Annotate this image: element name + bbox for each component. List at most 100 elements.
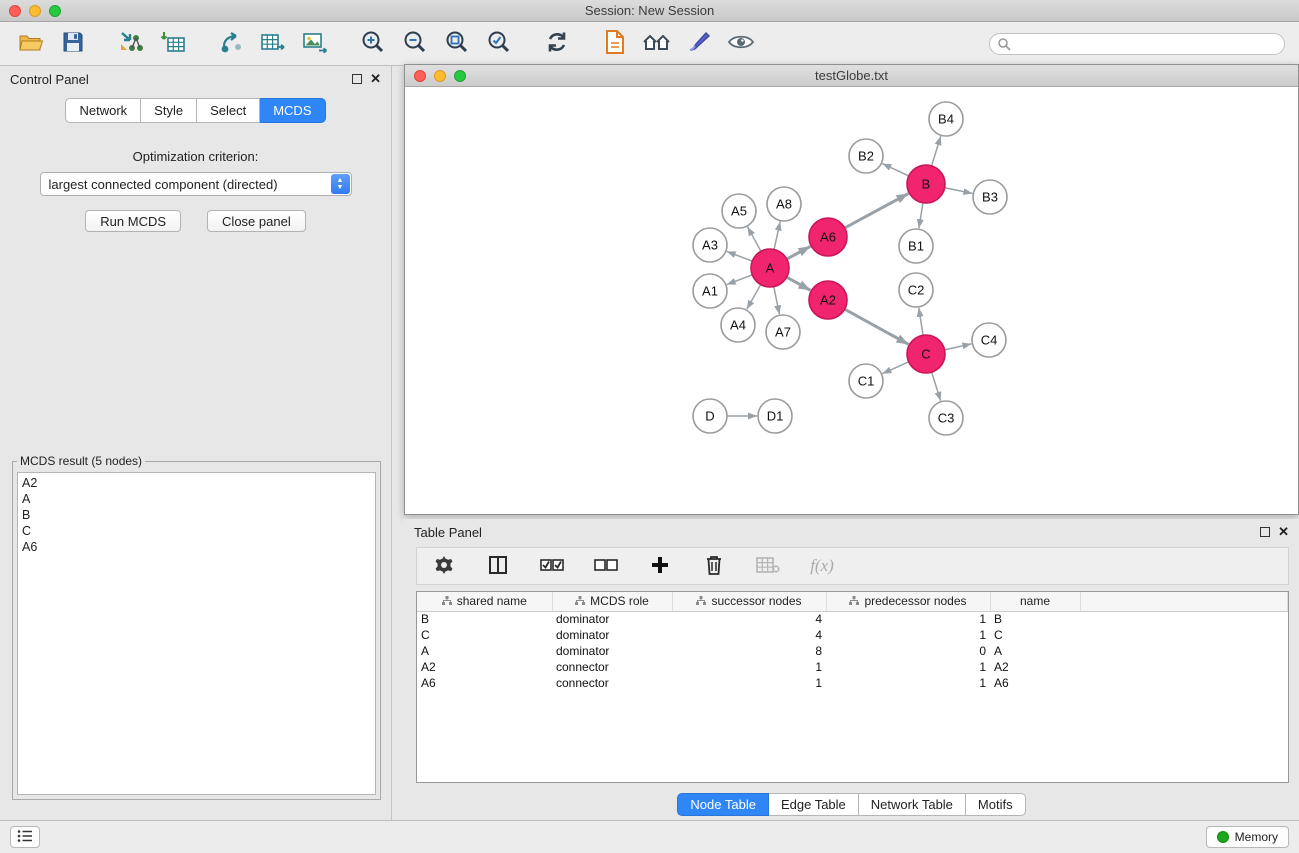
tab-select[interactable]: Select xyxy=(197,98,260,123)
node-table[interactable]: shared name MCDS role successor nodes pr… xyxy=(416,591,1289,783)
import-network-button[interactable] xyxy=(110,26,152,62)
tab-network-table[interactable]: Network Table xyxy=(859,793,966,816)
delete-column-button[interactable] xyxy=(701,553,727,579)
table-cell[interactable]: dominator xyxy=(552,611,672,627)
network-graph[interactable]: B4B2BB3A5A8A6B1A3AA1C2A2A4A7C4C1CC3DD1 xyxy=(405,87,1298,514)
network-zoom-button[interactable] xyxy=(454,70,466,82)
new-document-button[interactable] xyxy=(594,26,636,62)
graph-node-B3[interactable]: B3 xyxy=(973,180,1007,214)
graph-node-A1[interactable]: A1 xyxy=(693,274,727,308)
save-session-button[interactable] xyxy=(52,26,94,62)
table-cell[interactable]: 1 xyxy=(826,611,990,627)
import-table-button[interactable] xyxy=(152,26,194,62)
table-cell[interactable]: 4 xyxy=(672,611,826,627)
graph-edge-A-A4[interactable] xyxy=(747,285,761,310)
table-close-panel-icon[interactable]: ✕ xyxy=(1278,527,1289,537)
graph-node-C1[interactable]: C1 xyxy=(849,364,883,398)
graph-node-D[interactable]: D xyxy=(693,399,727,433)
close-panel-button[interactable]: Close panel xyxy=(207,210,306,232)
table-cell[interactable]: 4 xyxy=(672,627,826,643)
table-cell[interactable]: 1 xyxy=(826,627,990,643)
table-row[interactable]: A2connector11A2 xyxy=(417,659,1288,675)
table-cell[interactable] xyxy=(1080,643,1288,659)
table-cell[interactable]: A xyxy=(417,643,552,659)
table-cell[interactable]: A2 xyxy=(990,659,1080,675)
zoom-fit-button[interactable] xyxy=(436,26,478,62)
table-cell[interactable]: C xyxy=(990,627,1080,643)
eye-button[interactable] xyxy=(720,26,762,62)
mcds-result-list[interactable]: A2ABCA6 xyxy=(17,472,376,795)
table-cell[interactable] xyxy=(1080,611,1288,627)
zoom-out-button[interactable] xyxy=(394,26,436,62)
graph-node-B2[interactable]: B2 xyxy=(849,139,883,173)
graph-edge-C-C4[interactable] xyxy=(945,344,972,350)
graph-node-D1[interactable]: D1 xyxy=(758,399,792,433)
result-item[interactable]: B xyxy=(22,507,371,523)
tab-style[interactable]: Style xyxy=(141,98,197,123)
zoom-window-button[interactable] xyxy=(49,5,61,17)
graph-edge-C-C2[interactable] xyxy=(919,308,923,335)
graph-edge-A-A5[interactable] xyxy=(748,227,761,251)
graph-node-A3[interactable]: A3 xyxy=(693,228,727,262)
graph-edge-A6-B[interactable] xyxy=(845,194,909,228)
table-cell[interactable] xyxy=(1080,675,1288,691)
table-cell[interactable]: B xyxy=(417,611,552,627)
table-cell[interactable]: connector xyxy=(552,675,672,691)
graph-edge-B-B3[interactable] xyxy=(945,188,973,194)
tab-motifs[interactable]: Motifs xyxy=(966,793,1026,816)
memory-button[interactable]: Memory xyxy=(1206,826,1289,848)
table-row[interactable]: Cdominator41C xyxy=(417,627,1288,643)
graph-edge-C-C1[interactable] xyxy=(882,362,908,374)
tab-edge-table[interactable]: Edge Table xyxy=(769,793,859,816)
graph-edge-A-A8[interactable] xyxy=(774,222,780,250)
col-mcds-role[interactable]: MCDS role xyxy=(552,592,672,611)
network-close-button[interactable] xyxy=(414,70,426,82)
table-cell[interactable]: A xyxy=(990,643,1080,659)
close-panel-icon[interactable]: ✕ xyxy=(370,74,381,84)
graph-edge-A-A7[interactable] xyxy=(774,287,780,315)
graph-edge-B-B2[interactable] xyxy=(882,164,908,176)
table-cell[interactable]: 0 xyxy=(826,643,990,659)
graph-edge-A-A2[interactable] xyxy=(787,277,811,290)
unselect-all-columns-button[interactable] xyxy=(593,553,619,579)
table-cell[interactable] xyxy=(1080,659,1288,675)
table-settings-button[interactable] xyxy=(431,553,457,579)
result-item[interactable]: A2 xyxy=(22,475,371,491)
refresh-button[interactable] xyxy=(536,26,578,62)
result-item[interactable]: C xyxy=(22,523,371,539)
graph-node-C4[interactable]: C4 xyxy=(972,323,1006,357)
table-row[interactable]: A6connector11A6 xyxy=(417,675,1288,691)
graph-node-A5[interactable]: A5 xyxy=(722,194,756,228)
minimize-window-button[interactable] xyxy=(29,5,41,17)
graph-edge-A-A6[interactable] xyxy=(787,246,811,259)
network-minimize-button[interactable] xyxy=(434,70,446,82)
zoom-in-button[interactable] xyxy=(352,26,394,62)
tab-mcds[interactable]: MCDS xyxy=(260,98,325,123)
graph-edge-B-B1[interactable] xyxy=(919,203,923,228)
graph-edge-C-C3[interactable] xyxy=(932,372,941,401)
col-name[interactable]: name xyxy=(990,592,1080,611)
table-cell[interactable]: 1 xyxy=(826,659,990,675)
graph-node-B1[interactable]: B1 xyxy=(899,229,933,263)
search-input[interactable] xyxy=(989,33,1285,55)
run-mcds-button[interactable]: Run MCDS xyxy=(85,210,181,232)
close-window-button[interactable] xyxy=(9,5,21,17)
graph-node-A7[interactable]: A7 xyxy=(766,315,800,349)
graph-node-A2[interactable]: A2 xyxy=(809,281,847,319)
tab-network[interactable]: Network xyxy=(65,98,141,123)
graph-node-A8[interactable]: A8 xyxy=(767,187,801,221)
export-network-button[interactable] xyxy=(210,26,252,62)
table-cell[interactable]: 1 xyxy=(672,659,826,675)
table-cell[interactable]: A6 xyxy=(417,675,552,691)
graph-node-A4[interactable]: A4 xyxy=(721,308,755,342)
graph-edge-A-A1[interactable] xyxy=(727,275,752,285)
table-cell[interactable]: B xyxy=(990,611,1080,627)
graph-edge-B-B4[interactable] xyxy=(932,136,941,166)
table-cell[interactable]: 1 xyxy=(672,675,826,691)
graph-node-B4[interactable]: B4 xyxy=(929,102,963,136)
zoom-selected-button[interactable] xyxy=(478,26,520,62)
criterion-select[interactable]: largest connected component (directed) ▲… xyxy=(40,172,352,196)
table-row[interactable]: Adominator80A xyxy=(417,643,1288,659)
result-item[interactable]: A xyxy=(22,491,371,507)
table-cell[interactable]: A6 xyxy=(990,675,1080,691)
